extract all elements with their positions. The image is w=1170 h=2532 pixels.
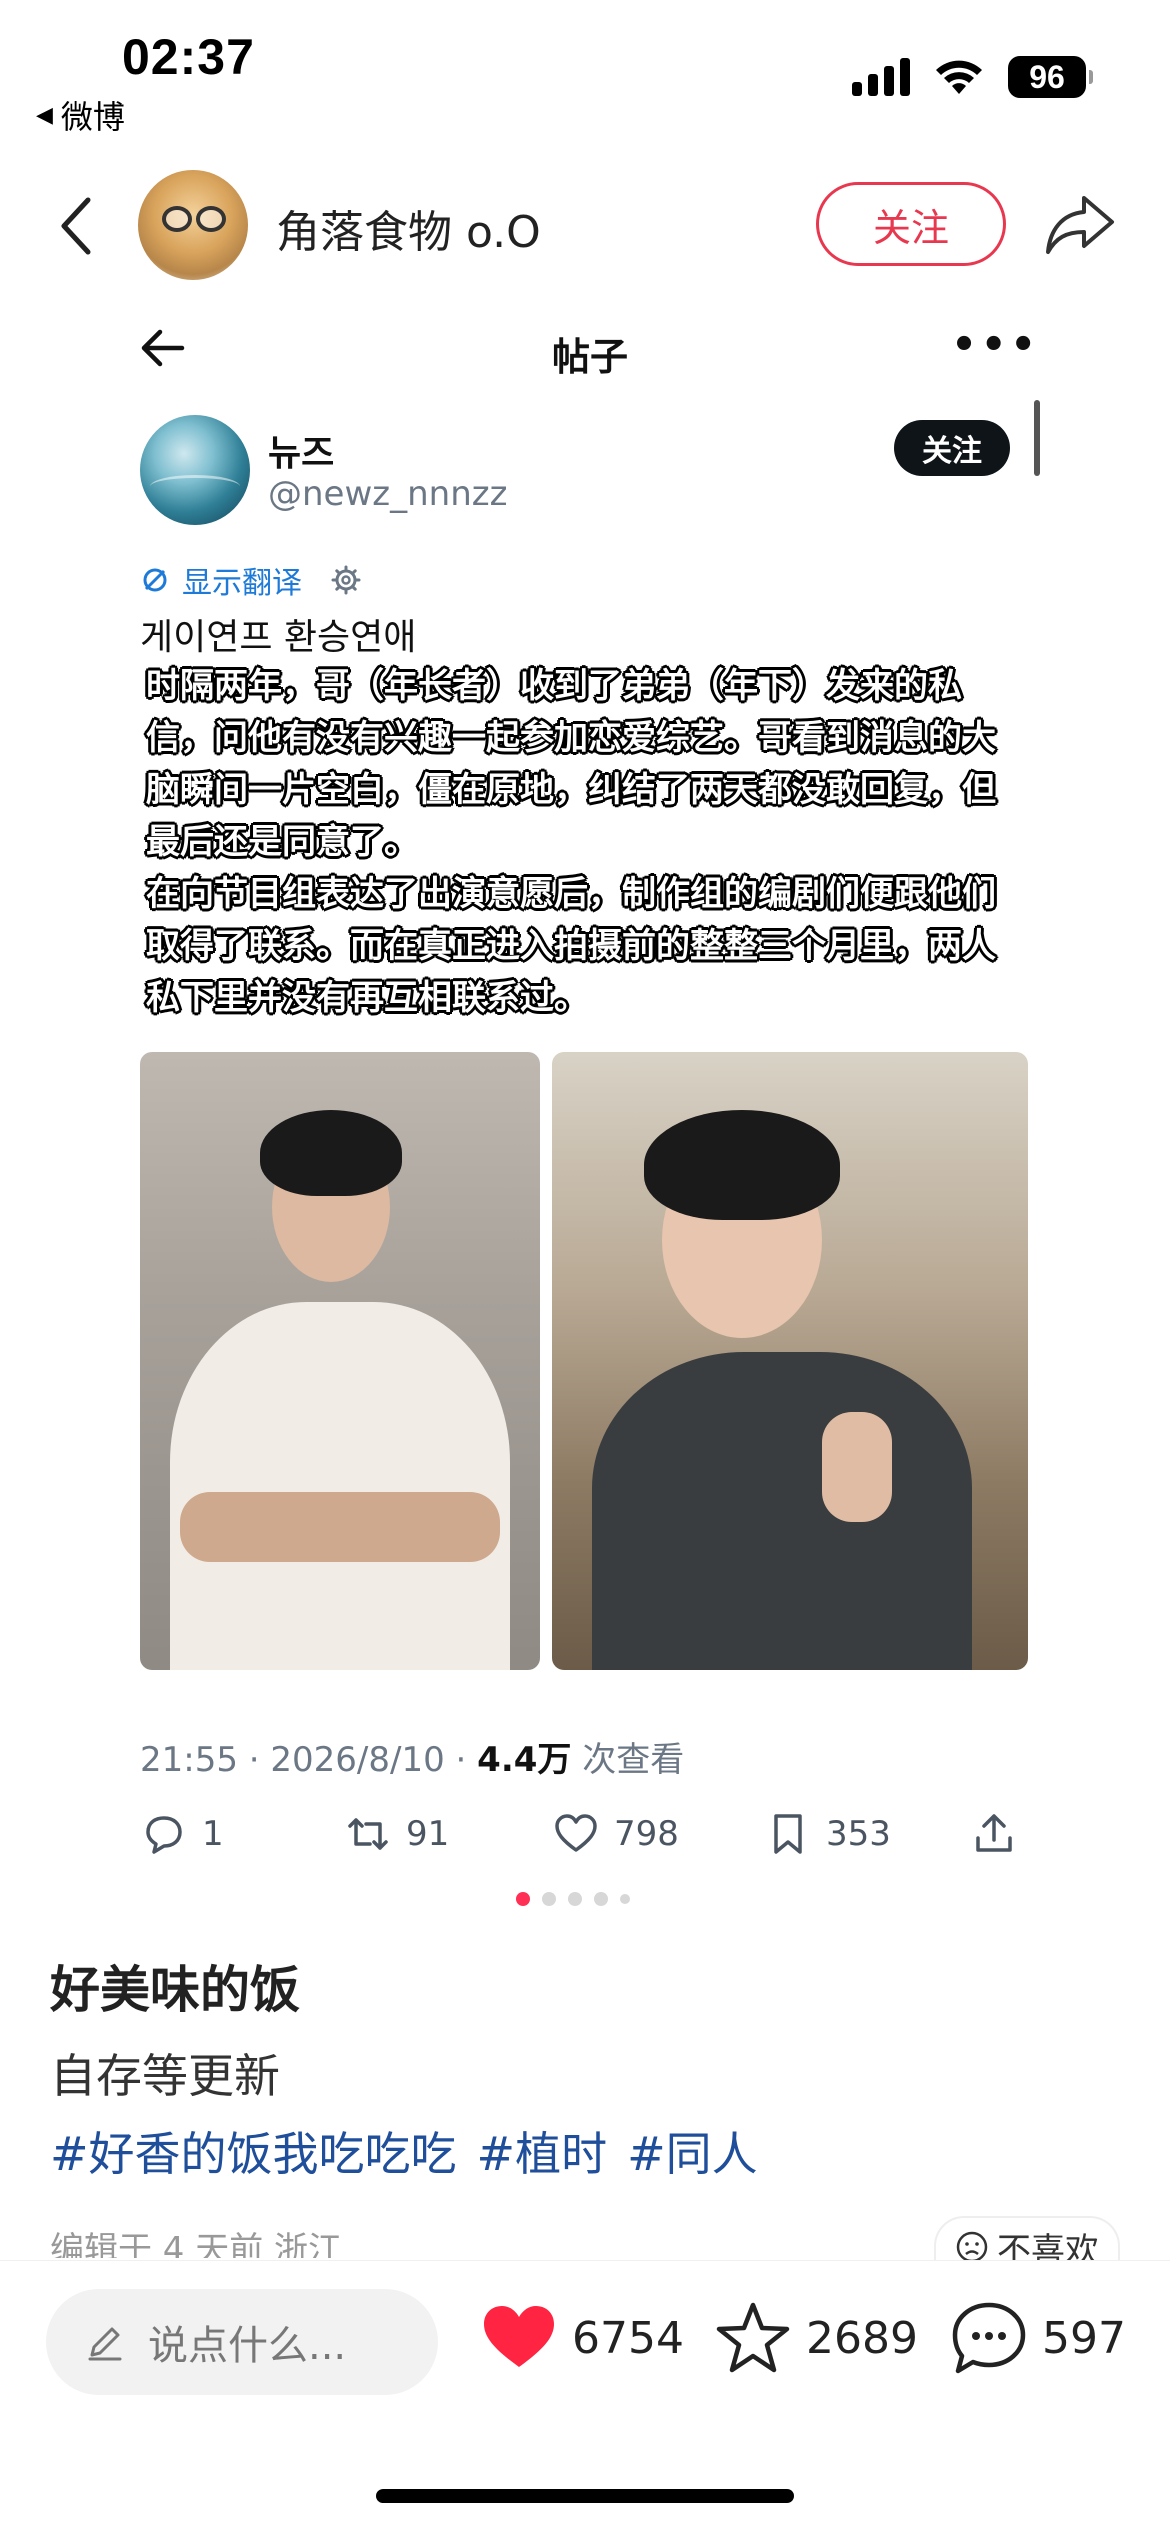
photo-figure-body xyxy=(170,1302,510,1670)
overlay-paragraph: 在向节目组表达了出演意愿后，制作组的编剧们便跟他们取得了联系。而在真正进入拍摄前… xyxy=(146,874,996,1018)
author-username[interactable]: 角落食物 o.O xyxy=(276,196,541,260)
post-tags: #好香的饭我吃吃吃 #植时 #同人 xyxy=(50,2118,758,2184)
screenshot-author-handle: @newz_nnnzz xyxy=(268,474,508,514)
back-triangle-icon: ◀ xyxy=(36,102,53,128)
upload-icon xyxy=(976,1814,1012,1852)
gear-icon xyxy=(331,565,361,595)
collect-stat[interactable]: 2689 xyxy=(714,2299,918,2377)
battery-level: 96 xyxy=(1029,58,1065,95)
carousel-dot[interactable] xyxy=(568,1892,582,1906)
translate-icon xyxy=(143,568,167,592)
share-action xyxy=(970,1810,1018,1858)
carousel-dot[interactable] xyxy=(620,1894,630,1904)
follow-button[interactable]: 关注 xyxy=(816,182,1006,266)
screenshot-meta: 21:55 · 2026/8/10 · 4.4万 次查看 xyxy=(140,1732,684,1781)
photo-figure-hair xyxy=(260,1110,402,1196)
frown-face-icon xyxy=(956,2231,988,2263)
like-count: 6754 xyxy=(572,2312,684,2364)
retweet-icon xyxy=(348,1818,388,1850)
retweet-count: 91 xyxy=(406,1814,450,1854)
reply-icon xyxy=(146,1816,182,1854)
avatar-glasses-left xyxy=(162,206,192,232)
comment-placeholder: 说点什么... xyxy=(148,2323,347,2369)
translate-label: 显示翻译 xyxy=(182,566,302,601)
comment-input[interactable]: 说点什么... xyxy=(46,2289,438,2395)
bottom-action-bar: 说点什么... 6754 2689 597 xyxy=(0,2260,1170,2532)
wifi-icon xyxy=(936,60,982,94)
photo-white-shirt xyxy=(140,1052,540,1670)
like-count: 798 xyxy=(614,1814,679,1854)
hashtag-link[interactable]: #好香的饭我吃吃吃 xyxy=(50,2118,457,2184)
screenshot-korean-text: 게이연프 환승연애 xyxy=(140,617,417,658)
back-app-label: 微博 xyxy=(60,98,125,136)
reply-action: 1 xyxy=(140,1810,224,1858)
carousel-dot[interactable] xyxy=(542,1892,556,1906)
post-title: 好美味的饭 xyxy=(50,1961,300,2019)
back-to-app-link[interactable]: ◀ 微博 xyxy=(36,92,125,138)
post-header: 角落食物 o.O 关注 xyxy=(0,160,1170,290)
author-avatar[interactable] xyxy=(138,170,248,280)
post-body: 自存等更新 xyxy=(50,2049,280,2103)
star-outline-icon xyxy=(716,2302,790,2373)
home-indicator[interactable] xyxy=(376,2489,794,2503)
photo-figure-hair xyxy=(644,1110,840,1220)
reply-count: 1 xyxy=(202,1814,224,1854)
photo-figure-hand xyxy=(822,1412,892,1522)
heart-filled-icon xyxy=(484,2306,554,2367)
like-stat[interactable]: 6754 xyxy=(480,2299,684,2377)
more-dots-icon: ••• xyxy=(951,322,1040,368)
screenshot-author-name: 뉴즈 xyxy=(268,433,335,474)
screenshot-follow-button: 关注 xyxy=(894,420,1010,476)
cellular-signal-icon xyxy=(852,58,910,96)
screenshot-actions: 1 91 798 353 xyxy=(140,1810,1020,1870)
collect-count: 2689 xyxy=(806,2312,918,2364)
heart-outline-icon xyxy=(555,1814,597,1852)
screenshot-topbar: 帖子 ••• xyxy=(140,320,1040,380)
status-indicators: 96 xyxy=(852,56,1093,98)
screenshot-author-avatar xyxy=(140,415,250,525)
photo-figure-arms xyxy=(180,1492,500,1562)
bookmark-icon xyxy=(774,1814,802,1854)
screenshot-title: 帖子 xyxy=(551,335,628,379)
photo-figure-body xyxy=(592,1352,972,1670)
overlay-paragraph: 时隔两年，哥（年长者）收到了弟弟（年下）发来的私信，问他有没有兴趣一起参加恋爱综… xyxy=(146,666,996,862)
avatar-glasses-right xyxy=(196,206,226,232)
meta-views-label: 次查看 xyxy=(571,1740,685,1780)
image-carousel-dots[interactable] xyxy=(516,1892,630,1906)
pencil-icon xyxy=(88,2327,122,2361)
retweet-action: 91 xyxy=(344,1810,449,1858)
chat-bubble-icon xyxy=(952,2302,1026,2374)
screenshot-scroll-indicator xyxy=(1034,400,1040,476)
bookmark-count: 353 xyxy=(826,1814,891,1854)
battery-icon: 96 xyxy=(1008,56,1093,98)
meta-views: 4.4万 xyxy=(477,1740,572,1780)
comment-count: 597 xyxy=(1042,2312,1126,2364)
photo-dark-jacket xyxy=(552,1052,1028,1670)
meta-time: 21:55 · 2026/8/10 · xyxy=(140,1740,478,1780)
hashtag-link[interactable]: #植时 xyxy=(477,2118,608,2184)
screenshot-translate-row: 显示翻译 xyxy=(140,558,362,602)
screenshot-overlay-text: 时隔两年，哥（年长者）收到了弟弟（年下）发来的私信，问他有没有兴趣一起参加恋爱综… xyxy=(146,660,1026,1024)
back-arrow-icon[interactable] xyxy=(52,194,102,258)
like-action: 798 xyxy=(552,1810,679,1858)
hashtag-link[interactable]: #同人 xyxy=(627,2118,758,2184)
carousel-dot-active[interactable] xyxy=(516,1892,530,1906)
share-icon[interactable] xyxy=(1044,192,1116,258)
carousel-dot[interactable] xyxy=(594,1892,608,1906)
status-time: 02:37 xyxy=(122,29,255,85)
bookmark-action: 353 xyxy=(764,1810,891,1858)
post-edit-meta: 编辑于 4 天前 浙江 xyxy=(50,2230,343,2258)
comment-stat[interactable]: 597 xyxy=(950,2299,1126,2377)
